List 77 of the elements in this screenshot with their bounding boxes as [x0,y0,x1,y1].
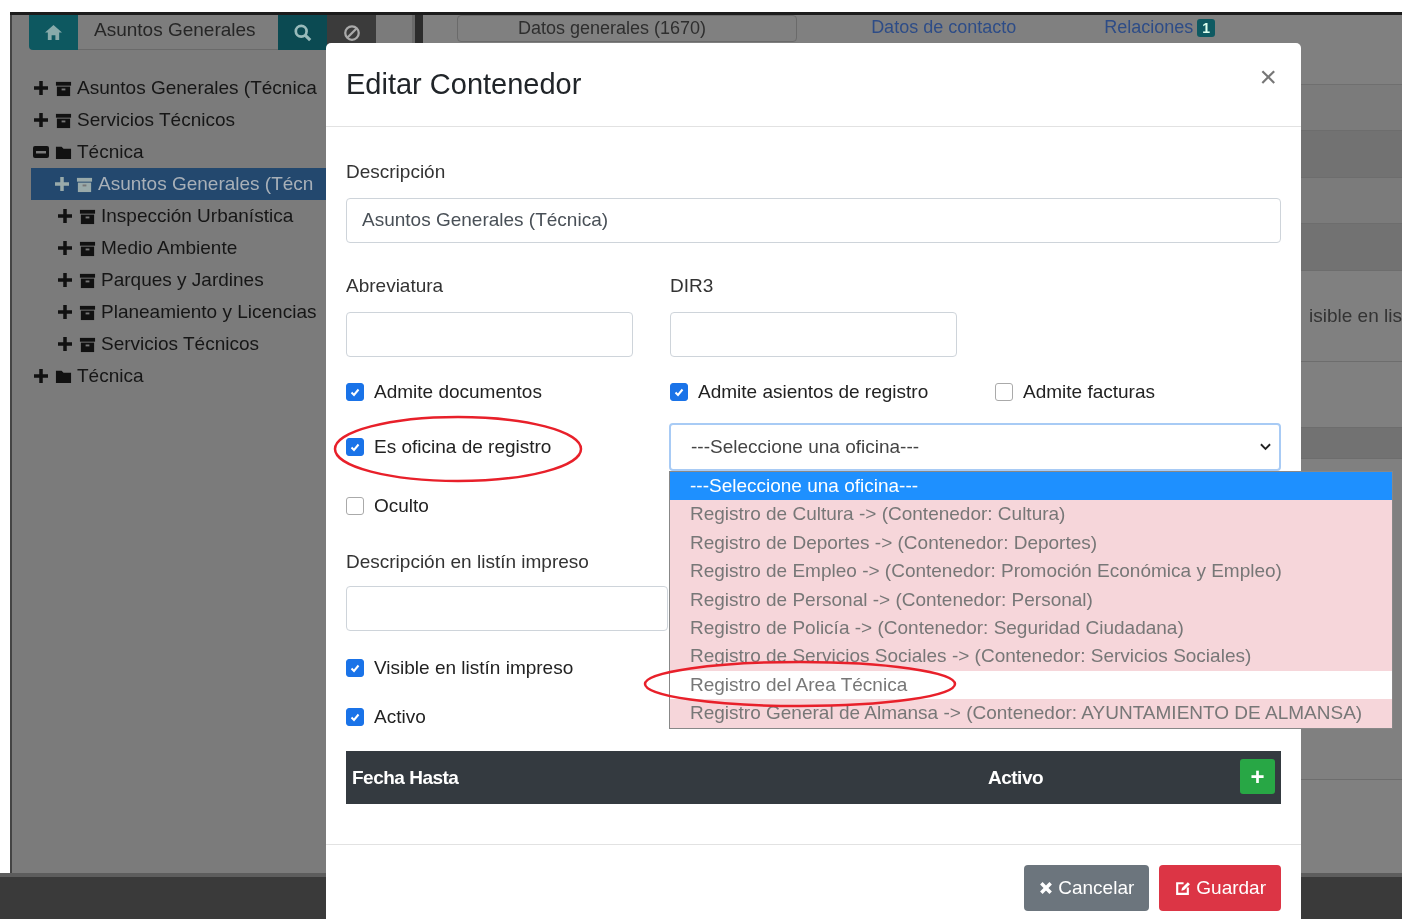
dropdown-option[interactable]: Registro de Cultura -> (Contenedor: Cultura) [670,500,1392,529]
checkbox[interactable] [346,438,364,456]
archive-box-icon [55,79,72,97]
input-field[interactable] [346,586,668,631]
archive-box-icon [79,303,96,321]
check-icon [349,711,361,723]
save-button[interactable]: Guardar [1159,865,1281,911]
dropdown-option[interactable]: Registro de Empleo -> (Contenedor: Promoción Económica y Empleo) [670,557,1392,586]
checkbox-label: Admite documentos [374,381,542,403]
input-field[interactable] [670,312,957,357]
home-icon [44,24,63,41]
archive-box-icon [79,335,96,353]
tree-item[interactable]: Servicios Técnicos [12,328,412,360]
checkbox-label: Activo [374,706,426,728]
field-label: DIR3 [670,275,714,298]
field-label: Abreviatura [346,275,444,298]
input-field[interactable]: Asuntos Generales (Técnica) [346,198,1281,243]
check-icon [349,662,361,674]
expand-icon[interactable] [53,175,71,193]
tree-item[interactable]: Servicios Técnicos [12,104,412,136]
collapse-icon[interactable] [32,143,50,161]
office-select[interactable]: ---Seleccione una oficina--- [669,423,1281,471]
checkbox[interactable] [995,383,1013,401]
column-header: Activo [988,766,1044,789]
expand-icon[interactable] [56,303,74,321]
checkbox[interactable] [346,708,364,726]
close-icon [1039,881,1054,895]
archive-box-icon [79,207,96,225]
search-icon [293,23,312,42]
expand-icon[interactable] [56,271,74,289]
check-icon [349,386,361,398]
archive-box-icon [79,239,96,257]
expand-icon[interactable] [56,207,74,225]
expand-icon[interactable] [32,367,50,385]
checkbox[interactable] [346,497,364,515]
checkbox-label: Oculto [374,495,429,517]
close-button[interactable]: × [1255,59,1281,94]
dropdown-option[interactable]: Registro General de Almansa -> (Contenedor: AYUNTAMIENTO DE ALMANSA) [670,699,1392,728]
expand-icon[interactable] [56,335,74,353]
archive-box-icon [55,111,72,129]
search-button[interactable] [278,15,327,50]
dropdown-option[interactable]: Registro de Deportes -> (Contenedor: Deportes) [670,528,1392,558]
check-icon [673,386,685,398]
checkbox-label: Visible en listín impreso [374,657,574,679]
home-button[interactable] [29,15,78,50]
cancel-button[interactable]: Cancelar [1024,865,1150,911]
field-label: Descripción en listín impreso [346,551,589,574]
dropdown-option[interactable]: Registro de Policía -> (Contenedor: Seguridad Ciudadana) [670,613,1392,643]
count-badge: 1 [1197,18,1216,37]
dropdown-option[interactable]: ---Seleccione una oficina--- [670,472,1392,501]
dropdown-option[interactable]: Registro del Area Técnica [670,670,1392,700]
column-header: Fecha Hasta [352,766,460,789]
checkbox[interactable] [346,383,364,401]
archive-box-icon [76,175,93,193]
ban-icon [342,23,361,42]
checkbox[interactable] [670,383,688,401]
dropdown-option[interactable]: Registro de Personal -> (Contenedor: Personal) [670,585,1392,614]
dropdown-option[interactable]: Registro de Servicios Sociales -> (Contenedor: Servicios Sociales) [670,642,1392,671]
tab[interactable]: Relaciones 1 [1090,15,1230,40]
edit-icon [1174,879,1192,897]
tab[interactable]: Datos de contacto [857,15,1031,40]
check-icon [349,441,361,453]
expand-icon[interactable] [56,239,74,257]
input-field[interactable] [346,312,633,357]
chevron-down-icon [1260,443,1271,451]
add-button[interactable]: + [1240,759,1275,794]
checkbox-label: Admite facturas [1023,381,1155,403]
checkbox[interactable] [346,659,364,677]
checkbox-label: Es oficina de registro [374,436,552,458]
column-text: isible en lis [1309,305,1402,327]
dialog-title: Editar Contenedor [346,68,582,101]
archive-box-icon [79,271,96,289]
tree-item[interactable]: Planeamiento y Licencias [12,296,412,328]
tab[interactable]: Datos generales (1670) [457,15,798,42]
expand-icon[interactable] [32,111,50,129]
checkbox-label: Admite asientos de registro [698,381,929,403]
expand-icon[interactable] [32,79,50,97]
